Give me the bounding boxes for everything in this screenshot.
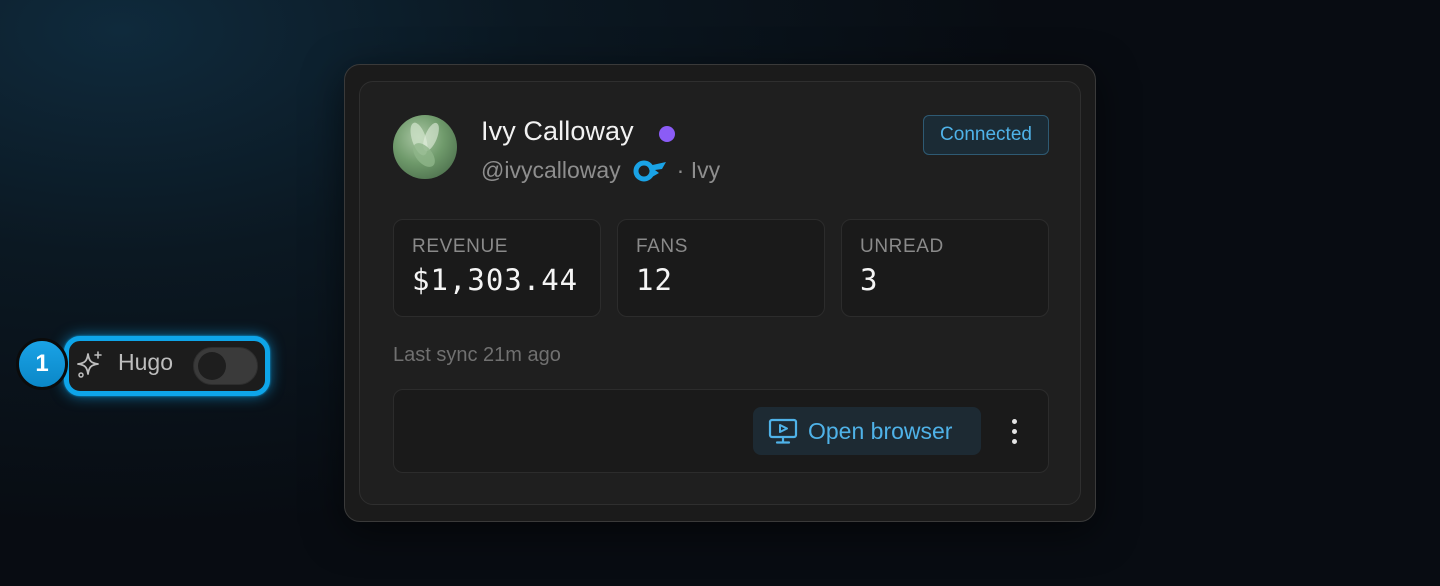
- profile-handle: @ivycalloway: [481, 156, 621, 183]
- stat-revenue: REVENUE $1,303.44: [393, 219, 601, 317]
- open-browser-button[interactable]: Open browser: [753, 407, 981, 455]
- account-card: Ivy Calloway @ivycalloway · Ivy Connecte…: [359, 81, 1081, 505]
- open-browser-label: Open browser: [808, 417, 953, 444]
- profile-name: Ivy Calloway: [481, 116, 634, 146]
- profile-display-name: · Ivy: [676, 156, 721, 183]
- onlyfans-logo-icon: [633, 158, 667, 182]
- account-card-frame: Ivy Calloway @ivycalloway · Ivy Connecte…: [344, 64, 1096, 522]
- hugo-toggle[interactable]: [193, 347, 258, 385]
- online-status-dot: [659, 126, 675, 142]
- connection-status-badge: Connected: [923, 115, 1049, 155]
- step-number-badge: 1: [16, 338, 68, 390]
- avatar[interactable]: [393, 115, 457, 179]
- monitor-play-icon: [768, 418, 798, 444]
- stat-label: REVENUE: [412, 236, 509, 257]
- more-options-button[interactable]: [998, 415, 1030, 447]
- stat-value: 3: [860, 263, 879, 297]
- stat-value: $1,303.44: [412, 263, 579, 297]
- stat-label: FANS: [636, 236, 689, 257]
- stat-fans: FANS 12: [617, 219, 825, 317]
- stat-value: 12: [636, 263, 673, 297]
- stat-label: UNREAD: [860, 236, 944, 257]
- sparkles-icon: [75, 350, 105, 380]
- toggle-knob: [198, 352, 226, 380]
- last-sync-text: Last sync 21m ago: [393, 344, 561, 366]
- profile-handle-row: @ivycalloway · Ivy: [481, 154, 720, 186]
- more-vertical-icon: [1011, 418, 1017, 424]
- hugo-label: Hugo: [118, 349, 173, 375]
- stat-unread: UNREAD 3: [841, 219, 1049, 317]
